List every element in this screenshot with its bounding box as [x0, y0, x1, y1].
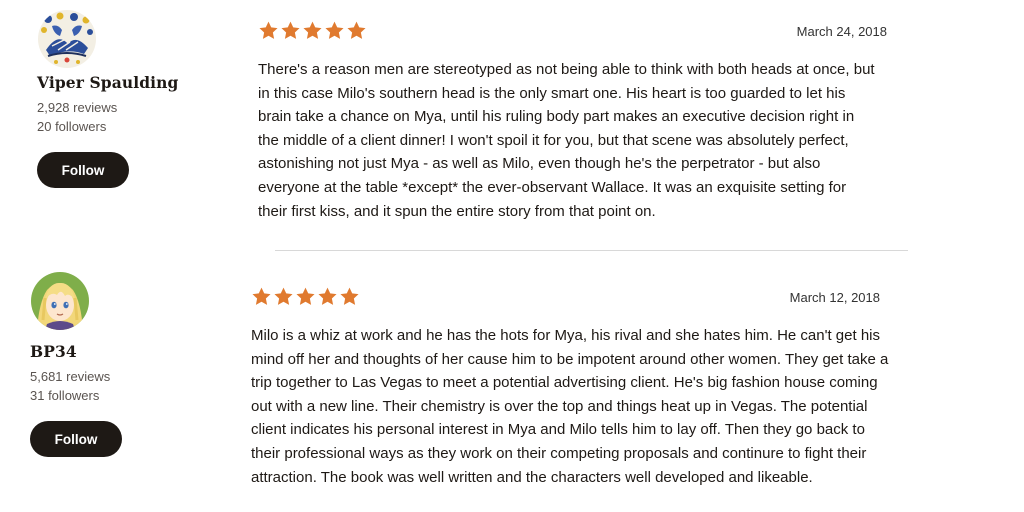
review-date[interactable]: March 24, 2018 [797, 24, 887, 39]
reviewer-stats: 5,681 reviews 31 followers [30, 367, 122, 405]
reviewer-review-count: 2,928 reviews [37, 100, 118, 115]
star-icon [274, 287, 293, 305]
star-icon [252, 287, 271, 305]
review-text: Milo is a whiz at work and he has the ho… [251, 327, 889, 486]
follow-button[interactable]: Follow [30, 421, 122, 457]
reviewer-follower-count: 20 followers [37, 119, 107, 134]
star-icon [296, 287, 315, 305]
review-card: Viper Spaulding 2,928 reviews 20 followe… [0, 0, 1024, 252]
star-rating [251, 286, 360, 307]
reviewer-name[interactable]: Viper Spaulding [37, 73, 178, 92]
reviewer-follower-count: 31 followers [30, 388, 100, 403]
star-icon [259, 21, 278, 39]
review-text: There's a reason men are stereotyped as … [258, 61, 875, 220]
review-date[interactable]: March 12, 2018 [790, 290, 880, 305]
review-card: BP34 5,681 reviews 31 followers Follow M… [0, 266, 1024, 512]
star-icon [347, 21, 366, 39]
star-rating [258, 20, 367, 41]
anime-blonde-character-avatar[interactable] [31, 272, 89, 330]
review-divider [275, 250, 908, 251]
reviewer-name[interactable]: BP34 [30, 342, 122, 361]
star-icon [303, 21, 322, 39]
star-icon [325, 21, 344, 39]
reviewer-review-count: 5,681 reviews [30, 369, 111, 384]
star-icon [340, 287, 359, 305]
star-icon [281, 21, 300, 39]
star-icon [318, 287, 337, 305]
folk-art-birds-avatar[interactable] [38, 10, 96, 68]
follow-button[interactable]: Follow [37, 152, 129, 188]
reviewer-profile: Viper Spaulding 2,928 reviews 20 followe… [37, 10, 178, 188]
reviewer-profile: BP34 5,681 reviews 31 followers Follow [30, 272, 122, 457]
reviewer-stats: 2,928 reviews 20 followers [37, 98, 178, 136]
